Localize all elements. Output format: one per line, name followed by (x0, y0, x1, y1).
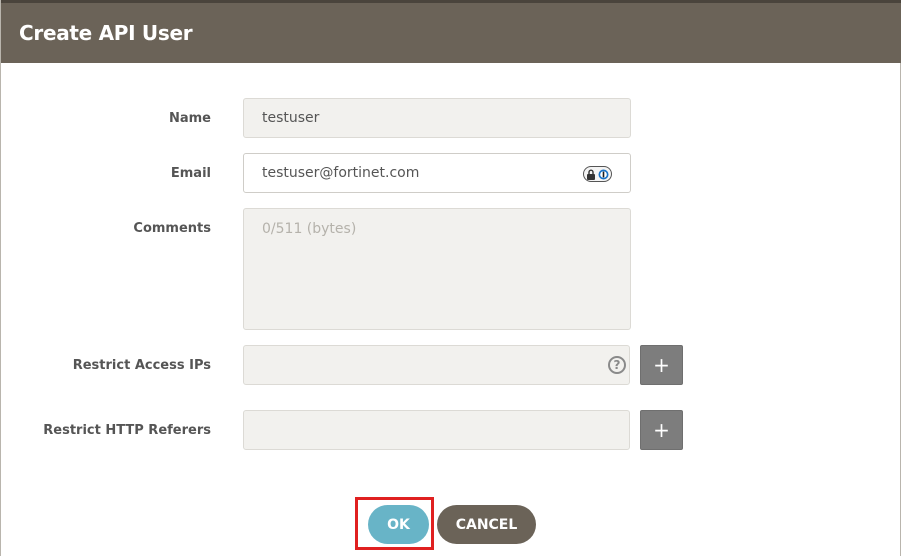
comments-placeholder: 0/511 (bytes) (262, 221, 357, 237)
comments-label: Comments (133, 221, 211, 236)
add-ip-button[interactable]: + (640, 345, 683, 385)
restrict-ips-label: Restrict Access IPs (72, 358, 211, 373)
email-input[interactable]: testuser@fortinet.com (243, 153, 631, 193)
ok-button[interactable]: OK (368, 505, 429, 544)
cancel-button[interactable]: CANCEL (437, 505, 536, 544)
name-label: Name (168, 111, 211, 126)
add-referer-button[interactable]: + (640, 410, 683, 450)
password-manager-lock-icon[interactable] (583, 166, 612, 182)
restrict-referers-input[interactable] (243, 410, 630, 450)
dialog-header: Create API User (1, 0, 901, 63)
comments-textarea[interactable]: 0/511 (bytes) (243, 208, 631, 330)
restrict-ips-input[interactable]: ? (243, 345, 630, 385)
restrict-referers-label: Restrict HTTP Referers (43, 423, 211, 438)
email-value: testuser@fortinet.com (262, 165, 420, 181)
create-api-user-dialog: Create API User Name testuser Email test… (0, 0, 901, 556)
email-label: Email (170, 166, 211, 181)
name-input[interactable]: testuser (243, 98, 631, 138)
question-mark-icon[interactable]: ? (608, 356, 626, 374)
dialog-title: Create API User (19, 21, 193, 45)
name-value: testuser (262, 110, 320, 126)
